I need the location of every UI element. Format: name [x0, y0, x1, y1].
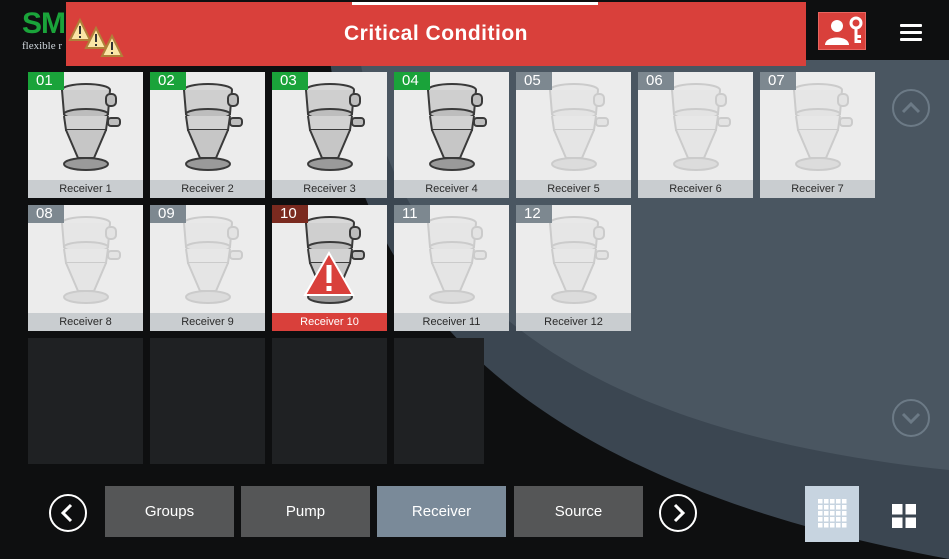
header-tab-indicator [352, 2, 598, 5]
receiver-label: Receiver 5 [516, 180, 631, 198]
receiver-tile[interactable]: 07 Receiver 7 [760, 72, 875, 198]
receiver-label: Receiver 11 [394, 313, 509, 331]
empty-slot [28, 338, 143, 464]
receiver-icon [298, 81, 365, 171]
receiver-number: 02 [150, 72, 186, 90]
user-key-icon [825, 16, 863, 45]
receiver-number: 11 [394, 205, 430, 223]
receiver-icon [54, 214, 121, 304]
receiver-number: 04 [394, 72, 430, 90]
tab-source[interactable]: Source [514, 486, 643, 537]
chevron-down-icon[interactable] [891, 398, 931, 438]
grid-large-icon[interactable] [892, 504, 916, 528]
receiver-label: Receiver 4 [394, 180, 509, 198]
receiver-label: Receiver 12 [516, 313, 631, 331]
receiver-tile[interactable]: 06 Receiver 6 [638, 72, 753, 198]
receiver-number: 03 [272, 72, 308, 90]
critical-alarm-banner[interactable]: Critical Condition [66, 2, 806, 66]
receiver-label: Receiver 3 [272, 180, 387, 198]
receiver-number: 10 [272, 205, 308, 223]
receiver-tile[interactable]: 12 Receiver 12 [516, 205, 631, 331]
tab-receiver[interactable]: Receiver [377, 486, 506, 537]
receiver-icon [420, 81, 487, 171]
receiver-label: Receiver 2 [150, 180, 265, 198]
receiver-label: Receiver 6 [638, 180, 753, 198]
receiver-icon [542, 214, 609, 304]
receiver-number: 08 [28, 205, 64, 223]
receiver-tile[interactable]: 08 Receiver 8 [28, 205, 143, 331]
chevron-left-icon[interactable] [48, 493, 88, 533]
chevron-right-icon[interactable] [658, 493, 698, 533]
receiver-label: Receiver 7 [760, 180, 875, 198]
receiver-label: Receiver 10 [272, 313, 387, 331]
receiver-number: 12 [516, 205, 552, 223]
tab-pump[interactable]: Pump [241, 486, 370, 537]
receiver-tile[interactable]: 03 Receiver 3 [272, 72, 387, 198]
chevron-up-icon[interactable] [891, 88, 931, 128]
receiver-icon [664, 81, 731, 171]
user-login-button[interactable] [818, 12, 866, 50]
receiver-tile[interactable]: 09 Receiver 9 [150, 205, 265, 331]
receiver-number: 05 [516, 72, 552, 90]
empty-slot [272, 338, 387, 464]
receiver-label: Receiver 8 [28, 313, 143, 331]
receiver-tile[interactable]: 02 Receiver 2 [150, 72, 265, 198]
receiver-label: Receiver 9 [150, 313, 265, 331]
receiver-number: 09 [150, 205, 186, 223]
grid-view-button[interactable] [805, 486, 859, 542]
receiver-number: 01 [28, 72, 64, 90]
alarm-title: Critical Condition [344, 22, 528, 45]
receiver-tile[interactable]: 01 Receiver 1 [28, 72, 143, 198]
receiver-number: 07 [760, 72, 796, 90]
receiver-icon [54, 81, 121, 171]
empty-slot [150, 338, 265, 464]
receiver-icon [176, 214, 243, 304]
receiver-icon [420, 214, 487, 304]
receiver-number: 06 [638, 72, 674, 90]
receiver-tile[interactable]: 05 Receiver 5 [516, 72, 631, 198]
receiver-icon [542, 81, 609, 171]
receiver-label: Receiver 1 [28, 180, 143, 198]
grid-small-icon [818, 499, 847, 528]
tab-groups[interactable]: Groups [105, 486, 234, 537]
empty-slot [394, 338, 484, 464]
receiver-tile[interactable]: 04 Receiver 4 [394, 72, 509, 198]
alert-icon [303, 251, 355, 296]
receiver-tile[interactable]: 10 Receiver 10 [272, 205, 387, 331]
receiver-icon [176, 81, 243, 171]
receiver-tile[interactable]: 11 Receiver 11 [394, 205, 509, 331]
receiver-icon [786, 81, 853, 171]
hamburger-menu-icon[interactable] [900, 24, 922, 42]
